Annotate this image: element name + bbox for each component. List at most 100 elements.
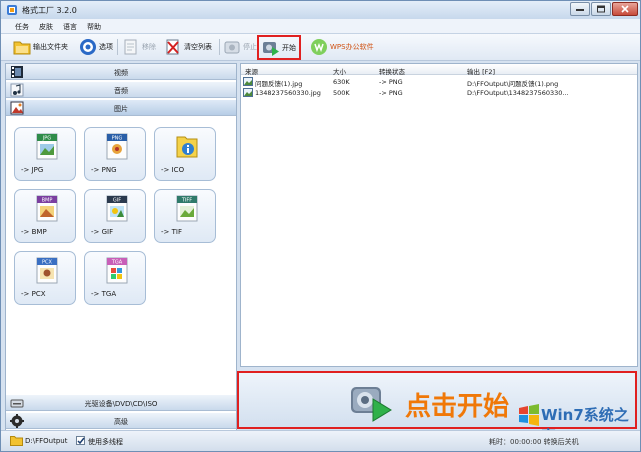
format-pcx-label: -> PCX: [21, 290, 46, 298]
clear-list-button[interactable]: 清空列表: [164, 37, 212, 57]
ico-icon: [176, 136, 198, 158]
task-row[interactable]: 1348237560330.jpg 500K -> PNG D:\FFOutpu…: [241, 87, 637, 98]
left-panel: 视频 音频 图片 JPG -> JPG PNG -> PNG -> ICO BM…: [5, 63, 237, 445]
menu-help[interactable]: 帮助: [87, 22, 101, 32]
folder-icon[interactable]: [10, 435, 23, 446]
multithread-label: 使用多线程: [88, 438, 123, 446]
wps-logo-icon: [311, 39, 327, 55]
stop-button[interactable]: 停止: [223, 37, 257, 57]
maximize-button[interactable]: [591, 2, 611, 16]
column-size[interactable]: 大小: [333, 66, 346, 76]
close-icon: [621, 5, 629, 13]
format-png-label: -> PNG: [91, 166, 117, 174]
tga-icon: TGA: [106, 257, 128, 284]
format-bmp-label: -> BMP: [21, 228, 47, 236]
format-jpg-label: -> JPG: [21, 166, 44, 174]
minimize-button[interactable]: [570, 2, 590, 16]
wps-label: WPS办公软件: [330, 43, 374, 51]
format-tif[interactable]: TIFF -> TIF: [154, 189, 216, 243]
category-advanced[interactable]: 高级: [6, 413, 236, 429]
start-button[interactable]: 开始: [257, 35, 301, 60]
png-icon-tag: PNG: [112, 136, 123, 142]
format-png[interactable]: PNG -> PNG: [84, 127, 146, 181]
toolbar-separator: [219, 39, 220, 55]
format-ico-label: -> ICO: [161, 166, 185, 174]
format-bmp[interactable]: BMP -> BMP: [14, 189, 76, 243]
remove-icon: [124, 39, 137, 55]
wps-button[interactable]: WPS办公软件: [310, 37, 374, 57]
png-icon: PNG: [106, 133, 128, 160]
clear-list-label: 清空列表: [184, 43, 212, 51]
click-start-area[interactable]: 点击开始 Win7系统之家: [237, 371, 637, 445]
task-status: -> PNG: [379, 89, 403, 97]
folder-icon: [13, 41, 31, 55]
column-output[interactable]: 输出 [F2]: [467, 66, 495, 76]
format-tif-label: -> TIF: [161, 228, 182, 236]
toolbar-separator: [117, 39, 118, 55]
app-logo-icon: [7, 5, 17, 15]
menu-language[interactable]: 语言: [63, 22, 77, 32]
category-rom-label: 光驱设备\DVD\CD\ISO: [84, 400, 158, 408]
options-button[interactable]: 选项: [79, 37, 113, 57]
jpg-icon-tag: JPG: [42, 136, 51, 142]
tif-icon: TIFF: [176, 195, 198, 222]
windows-logo-icon: [519, 404, 539, 426]
close-button[interactable]: [612, 2, 638, 16]
click-start-label: 点击开始: [405, 392, 510, 422]
options-icon: [80, 39, 96, 55]
elapsed-time: 耗时：00:00:00 转换后关机: [489, 438, 579, 446]
category-image[interactable]: 图片: [6, 100, 236, 116]
status-bar: D:\FFOutput 使用多线程 耗时：00:00:00 转换后关机: [1, 430, 640, 451]
task-output: D:\FFOutput\1348237560330...: [467, 89, 569, 97]
options-label: 选项: [99, 43, 113, 51]
remove-button[interactable]: 移除: [122, 37, 156, 57]
minimize-icon: [576, 9, 584, 11]
menu-bar: 任务 皮肤 语言 帮助: [1, 19, 640, 34]
format-gif[interactable]: GIF -> GIF: [84, 189, 146, 243]
menu-skin[interactable]: 皮肤: [39, 22, 53, 32]
gif-icon-tag: GIF: [113, 198, 121, 204]
task-row[interactable]: 问题反馈(1).jpg 630K -> PNG D:\FFOutput\问题反馈…: [241, 76, 637, 88]
task-size: 500K: [333, 89, 350, 97]
bmp-icon-tag: BMP: [42, 198, 53, 204]
format-tga-label: -> TGA: [91, 290, 117, 298]
category-image-label: 图片: [114, 105, 128, 113]
output-folder-button[interactable]: 输出文件夹: [13, 37, 68, 57]
category-video[interactable]: 视频: [6, 64, 236, 80]
app-window: 格式工厂 3.2.0 任务 皮肤 语言 帮助 输出文件夹 选项 移除 清空列表 …: [0, 0, 641, 452]
clear-list-icon: [166, 39, 179, 55]
tga-icon-tag: TGA: [111, 260, 123, 266]
menu-task[interactable]: 任务: [15, 22, 29, 32]
category-audio[interactable]: 音频: [6, 82, 236, 98]
multithread-checkbox[interactable]: [76, 436, 85, 445]
output-path[interactable]: D:\FFOutput: [25, 437, 67, 445]
category-rom[interactable]: 光驱设备\DVD\CD\ISO: [6, 395, 236, 411]
title-bar: 格式工厂 3.2.0: [1, 1, 640, 19]
column-source[interactable]: 来源: [245, 66, 258, 76]
format-jpg[interactable]: JPG -> JPG: [14, 127, 76, 181]
start-label: 开始: [282, 43, 296, 52]
window-title: 格式工厂 3.2.0: [22, 6, 77, 15]
gif-icon: GIF: [106, 195, 128, 222]
task-source: 1348237560330.jpg: [255, 89, 321, 97]
tif-icon-tag: TIFF: [181, 198, 192, 204]
output-folder-label: 输出文件夹: [33, 43, 68, 51]
format-tga[interactable]: TGA -> TGA: [84, 251, 146, 305]
jpg-icon: JPG: [36, 133, 58, 160]
category-audio-label: 音频: [114, 87, 128, 95]
task-list-header: 来源 大小 转换状态 输出 [F2]: [241, 64, 637, 76]
watermark: Win7系统之家: [517, 403, 637, 445]
start-icon: [263, 41, 279, 56]
toolbar: 输出文件夹 选项 移除 清空列表 停止 开始 WPS办公软件: [1, 34, 640, 61]
maximize-icon: [597, 5, 605, 13]
category-video-label: 视频: [114, 69, 128, 77]
category-advanced-label: 高级: [114, 418, 128, 426]
pcx-icon-tag: PCX: [42, 260, 53, 266]
format-ico[interactable]: -> ICO: [154, 127, 216, 181]
format-gif-label: -> GIF: [91, 228, 114, 236]
stop-icon: [224, 41, 240, 54]
remove-label: 移除: [142, 43, 156, 51]
format-pcx[interactable]: PCX -> PCX: [14, 251, 76, 305]
column-status[interactable]: 转换状态: [379, 66, 405, 76]
image-file-icon: [243, 88, 253, 97]
